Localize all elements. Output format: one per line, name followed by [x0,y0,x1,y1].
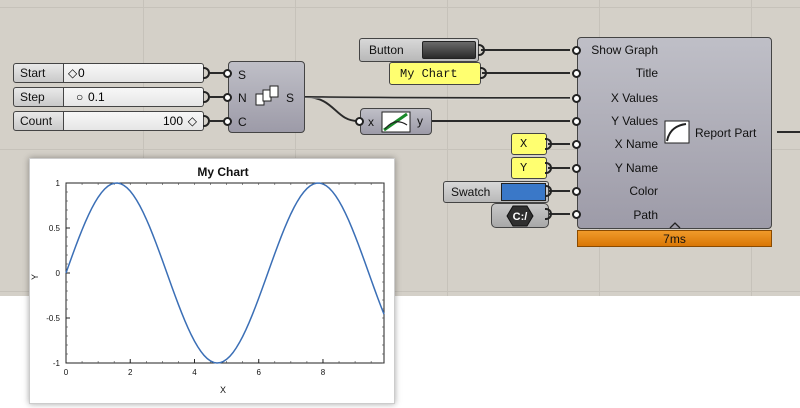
series-node[interactable]: S N C S [228,61,305,133]
swatch-param[interactable]: Swatch [443,181,549,203]
series-input-c: C [238,115,247,129]
x-name-panel[interactable]: X [511,133,547,155]
path-param-label: C:/ [513,211,528,223]
title-panel[interactable]: My Chart [389,62,481,85]
dot-x-values[interactable] [572,94,581,103]
chart-xlabel: X [220,385,226,395]
series-output-s: S [286,91,295,105]
report-part-name: Report Part [695,126,757,140]
slider-count[interactable]: 100 ◇ [64,111,204,131]
input-color: Color [629,184,658,198]
dot-title[interactable] [572,69,581,78]
chart-series-line [65,182,385,364]
y-tick-label: 0.5 [49,224,61,233]
title-panel-text: My Chart [400,67,458,81]
dot-series-s[interactable] [223,69,232,78]
report-part-inputs: Show Graph Title X Values Y Values X Nam… [578,38,664,228]
button-face[interactable] [422,41,476,59]
slider-count-value: 100 [162,114,183,128]
swatch-label: Swatch [451,185,491,199]
path-param[interactable]: C:/ [491,203,549,228]
y-name-panel[interactable]: Y [511,157,547,179]
chart-ylabel: Y [30,274,40,280]
input-show-graph: Show Graph [591,43,658,57]
wire-x-values [304,96,571,99]
chart-plot-frame [65,182,385,364]
expression-input-x: x [368,115,374,129]
dot-expression-x[interactable] [355,117,364,126]
chart-panel: My Chart X Y 0 2 4 6 8 1 0.5 0 -0.5 -1 [29,158,395,404]
slider-count-label: Count [13,111,64,131]
expression-icon [381,111,411,133]
slider-start-label: Start [13,63,64,83]
input-path: Path [633,208,658,222]
swatch-color[interactable] [501,183,546,201]
slider-step-value: 0.1 [88,90,105,104]
dot-color[interactable] [572,187,581,196]
dot-show-graph[interactable] [572,46,581,55]
series-input-s: S [238,68,247,82]
y-tick-label: -0.5 [46,314,60,323]
dot-y-name[interactable] [572,164,581,173]
dot-series-c[interactable] [223,117,232,126]
slider-step-label: Step [13,87,64,107]
expression-output-y: y [417,114,423,128]
x-tick-label: 4 [192,368,197,377]
input-y-values: Y Values [611,114,658,128]
dot-series-n[interactable] [223,93,232,102]
x-tick-label: 0 [64,368,69,377]
report-part-icon [664,120,690,144]
y-tick-label: -1 [53,359,61,368]
diamond-icon: ◇ [187,114,197,128]
expression-node[interactable]: x y [360,108,432,135]
slider-start[interactable]: ◇ 0 [64,63,204,83]
chevron-up-icon[interactable] [668,221,682,229]
y-name-panel-text: Y [520,161,528,175]
y-tick-label: 1 [56,179,61,188]
slider-step[interactable]: ○ 0.1 [64,87,204,107]
chart-svg: My Chart X Y 0 2 4 6 8 1 0.5 0 -0.5 -1 [30,165,385,395]
dot-x-name[interactable] [572,140,581,149]
x-tick-label: 2 [128,368,133,377]
runtime-bar: 7ms [577,230,772,247]
x-tick-label: 6 [257,368,262,377]
show-graph-button[interactable]: Button [359,38,479,62]
diamond-icon: ◇ [68,66,78,80]
wire-to-expression [304,96,359,122]
x-tick-label: 8 [321,368,326,377]
series-icon [255,85,279,106]
report-part-node[interactable]: Show Graph Title X Values Y Values X Nam… [577,37,772,229]
show-graph-button-label: Button [369,43,404,57]
series-input-n: N [238,91,247,105]
dot-y-values[interactable] [572,117,581,126]
circle-handle-icon: ○ [76,90,84,104]
input-x-values: X Values [610,91,658,105]
input-title: Title [635,66,658,80]
slider-start-value: 0 [78,66,85,80]
dot-path[interactable] [572,210,581,219]
x-name-panel-text: X [520,137,528,151]
input-x-name: X Name [614,137,658,151]
chart-title: My Chart [197,165,248,179]
input-y-name: Y Name [614,161,658,175]
y-tick-label: 0 [56,269,61,278]
path-hexagon-icon: C:/ [506,205,534,227]
